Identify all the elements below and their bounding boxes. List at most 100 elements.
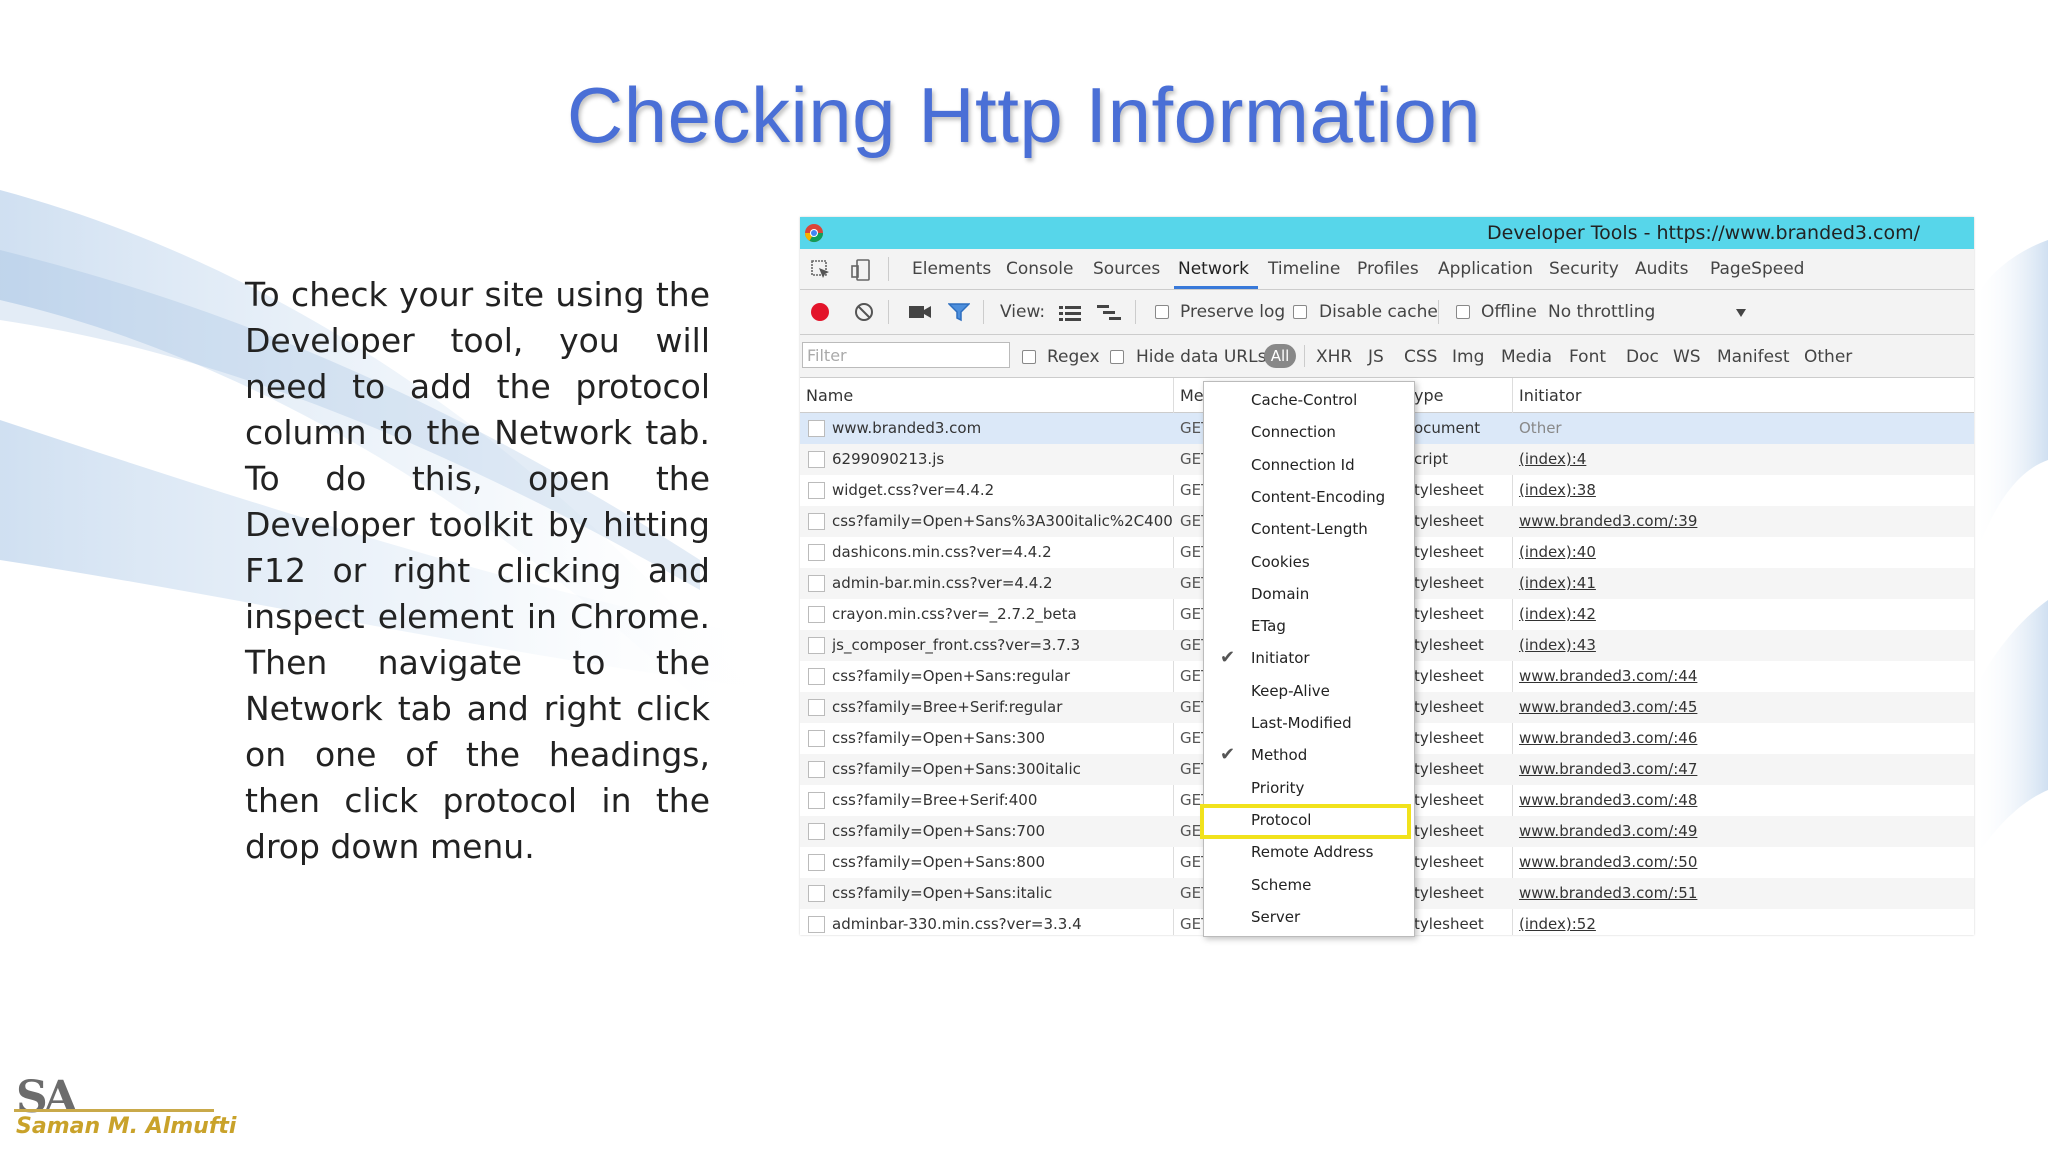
cell-method: GET [1180,760,1204,778]
menu-item-keep-alive[interactable]: Keep-Alive [1204,677,1414,709]
tab-security[interactable]: Security [1549,259,1619,279]
filter-type-css[interactable]: CSS [1404,347,1437,367]
cell-initiator[interactable]: www.branded3.com/:46 [1519,729,1919,747]
cell-type: tylesheet [1414,605,1484,623]
cell-name: css?family=Open+Sans:300italic [832,760,1081,778]
filter-type-ws[interactable]: WS [1673,347,1701,367]
menu-item-content-encoding[interactable]: Content-Encoding [1204,483,1414,515]
tab-application[interactable]: Application [1438,259,1533,279]
cell-initiator[interactable]: (index):40 [1519,543,1919,561]
clear-icon[interactable] [854,302,874,322]
tab-audits[interactable]: Audits [1635,259,1688,279]
cell-method: GET [1180,605,1204,623]
cell-initiator[interactable]: (index):42 [1519,605,1919,623]
throttling-select[interactable]: No throttling [1548,302,1655,322]
cell-method: GET [1180,729,1204,747]
camera-icon[interactable] [908,304,932,320]
tab-timeline[interactable]: Timeline [1268,259,1340,279]
filter-type-js[interactable]: JS [1368,347,1384,367]
tab-pagespeed[interactable]: PageSpeed [1710,259,1804,279]
hide-data-urls-checkbox[interactable] [1110,350,1124,364]
menu-item-remote-address[interactable]: Remote Address [1204,838,1414,870]
column-header-type[interactable]: ype [1414,386,1443,405]
cell-initiator[interactable]: (index):4 [1519,450,1919,468]
filter-input[interactable]: Filter [802,342,1010,368]
cell-name: admin-bar.min.css?ver=4.4.2 [832,574,1053,592]
tab-profiles[interactable]: Profiles [1357,259,1419,279]
filter-icon[interactable] [948,302,970,322]
tab-elements[interactable]: Elements [912,259,991,279]
logo-underline [14,1109,214,1112]
column-header-initiator[interactable]: Initiator [1519,386,1581,405]
menu-item-priority[interactable]: Priority [1204,774,1414,806]
cell-name: css?family=Open+Sans%3A300italic%2C400i.… [832,512,1172,530]
menu-item-scheme[interactable]: Scheme [1204,871,1414,903]
cell-initiator[interactable]: www.branded3.com/:50 [1519,853,1919,871]
cell-initiator[interactable]: www.branded3.com/:39 [1519,512,1919,530]
cell-initiator[interactable]: (index):38 [1519,481,1919,499]
filter-type-doc[interactable]: Doc [1626,347,1659,367]
inspect-icon[interactable] [810,259,832,281]
cell-initiator[interactable]: www.branded3.com/:49 [1519,822,1919,840]
menu-item-domain[interactable]: Domain [1204,580,1414,612]
file-icon [808,916,825,933]
record-icon[interactable] [810,302,830,322]
filter-type-xhr[interactable]: XHR [1316,347,1352,367]
cell-initiator[interactable]: (index):43 [1519,636,1919,654]
file-icon [808,885,825,902]
menu-item-last-modified[interactable]: Last-Modified [1204,709,1414,741]
filter-type-other[interactable]: Other [1804,347,1852,367]
logo-author-name: Saman M. Almufti [16,1114,237,1139]
file-icon [808,544,825,561]
menu-item-label: Content-Length [1251,520,1368,539]
device-icon[interactable] [850,258,872,282]
dropdown-arrow-icon[interactable] [1735,308,1747,318]
menu-item-cache-control[interactable]: Cache-Control [1204,386,1414,418]
menu-item-connection[interactable]: Connection [1204,418,1414,450]
cell-initiator[interactable]: (index):41 [1519,574,1919,592]
offline-checkbox[interactable] [1456,305,1470,319]
tab-network[interactable]: Network [1178,259,1249,279]
waterfall-view-icon[interactable] [1096,303,1122,321]
filter-type-manifest[interactable]: Manifest [1717,347,1790,367]
cell-initiator[interactable]: (index):52 [1519,915,1919,933]
preserve-log-checkbox[interactable] [1155,305,1169,319]
file-icon [808,730,825,747]
cell-initiator[interactable]: www.branded3.com/:51 [1519,884,1919,902]
menu-item-etag[interactable]: ETag [1204,612,1414,644]
column-header-method[interactable]: Me [1180,386,1204,405]
cell-name: 6299090213.js [832,450,945,468]
filter-type-font[interactable]: Font [1569,347,1606,367]
filter-type-media[interactable]: Media [1501,347,1552,367]
cell-initiator[interactable]: www.branded3.com/:47 [1519,760,1919,778]
disable-cache-checkbox[interactable] [1293,305,1307,319]
cell-type: tylesheet [1414,884,1484,902]
cell-type: tylesheet [1414,636,1484,654]
cell-initiator[interactable]: www.branded3.com/:48 [1519,791,1919,809]
cell-initiator[interactable]: www.branded3.com/:44 [1519,667,1919,685]
column-header-name[interactable]: Name [806,386,853,405]
file-icon [808,761,825,778]
preserve-log-label: Preserve log [1180,302,1286,322]
menu-item-content-length[interactable]: Content-Length [1204,515,1414,547]
toolbar-separator [1438,300,1439,324]
regex-checkbox[interactable] [1022,350,1036,364]
list-view-icon[interactable] [1058,304,1082,322]
menu-item-initiator[interactable]: ✔ Initiator [1204,644,1414,676]
filter-type-img[interactable]: Img [1452,347,1484,367]
tabbar-separator [888,257,889,281]
menu-item-method[interactable]: ✔ Method [1204,741,1414,773]
menu-item-label: Remote Address [1251,843,1374,862]
chrome-icon [805,224,823,243]
menu-item-server[interactable]: Server [1204,903,1414,935]
menu-item-label: Keep-Alive [1251,681,1330,700]
menu-item-connection-id[interactable]: Connection Id [1204,451,1414,483]
menu-item-label: Connection Id [1251,455,1355,474]
filter-all-button[interactable]: All [1264,344,1296,368]
cell-name: css?family=Open+Sans:700 [832,822,1046,840]
cell-initiator[interactable]: www.branded3.com/:45 [1519,698,1919,716]
cell-type: tylesheet [1414,698,1484,716]
tab-console[interactable]: Console [1006,259,1074,279]
menu-item-cookies[interactable]: Cookies [1204,548,1414,580]
tab-sources[interactable]: Sources [1093,259,1160,279]
